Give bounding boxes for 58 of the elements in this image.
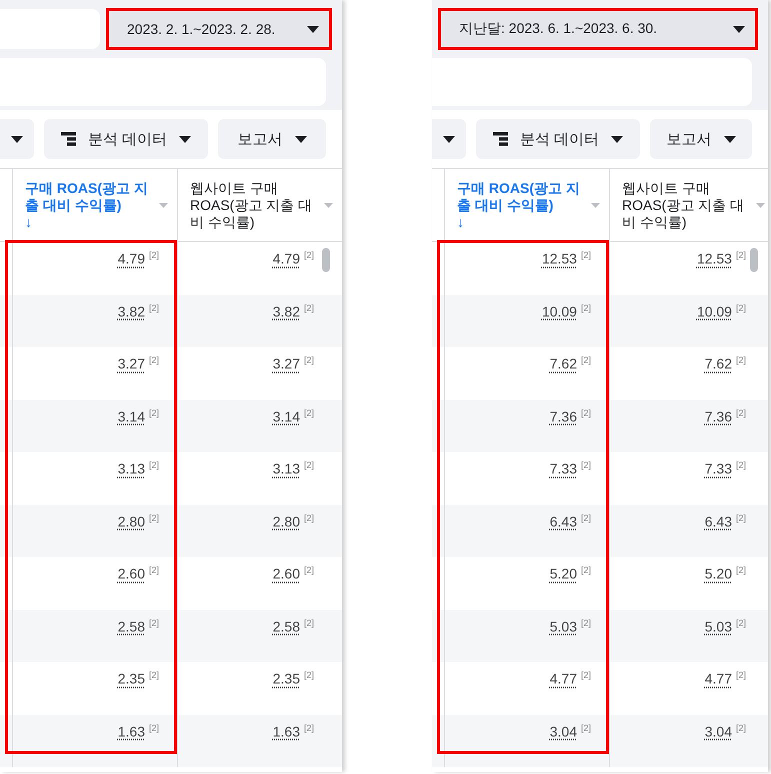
caret-icon [611, 136, 624, 142]
table-cell-text: 2.60 $^{[2]}$ [272, 564, 315, 584]
table-cell: 3.14 $^{[2]}$ [13, 400, 178, 452]
table-cell-text: 1.63 $^{[2]}$ [272, 722, 315, 742]
breakdown-icon [492, 132, 508, 146]
dropdown-button[interactable] [432, 119, 466, 159]
column-header[interactable]: 웹사이트 구매 ROAS(광고 지출 대비 수익률) [610, 169, 750, 241]
date-range-button[interactable]: 지난달: 2023. 6. 1.~2023. 6. 30. [438, 8, 758, 50]
table-cell-text: 2.80 $^{[2]}$ [272, 512, 315, 532]
caret-icon [724, 136, 736, 142]
table-cell-text: 10.09 $^{[2]}$ [696, 302, 747, 322]
table-cell: 6.43 $^{[2]}$ [445, 504, 610, 557]
caret-icon [307, 26, 319, 32]
table-cell-text: 7.36 $^{[2]}$ [704, 406, 747, 426]
table-cell: 1.63 $^{[2]}$ [13, 714, 178, 767]
dropdown-button[interactable] [0, 119, 34, 159]
caret-icon [591, 202, 600, 208]
caret-icon [733, 26, 745, 32]
table-cell-text: 7.33 $^{[2]}$ [704, 459, 747, 479]
column-header[interactable]: 구매 ROAS(광고 지출 대비 수익률) ↓ [13, 169, 178, 241]
caret-icon [443, 136, 455, 142]
caret-icon [324, 202, 333, 208]
table-cell-text: 3.14 $^{[2]}$ [272, 406, 315, 426]
caret-icon [756, 202, 765, 208]
table-cell-text: 6.43 $^{[2]}$ [704, 512, 747, 532]
scrollbar-thumb[interactable] [750, 248, 758, 272]
table-cell: 5.03 $^{[2]}$ [445, 610, 610, 662]
breakdown-button[interactable]: 분석 데이터 [476, 119, 640, 159]
reports-button[interactable]: 보고서 [650, 119, 752, 159]
breakdown-button[interactable]: 분석 데이터 [44, 119, 208, 159]
table-cell-text: 3.27 $^{[2]}$ [272, 354, 315, 374]
column-header[interactable]: 구매 ROAS(광고 지출 대비 수익률) ↓ [445, 169, 610, 241]
table-cell-text: 7.62 $^{[2]}$ [704, 354, 747, 374]
table-cell-text: 3.82 $^{[2]}$ [272, 302, 315, 322]
table-cell-text: 2.35 $^{[2]}$ [272, 669, 315, 689]
table-cell: 7.36 $^{[2]}$ [445, 400, 610, 452]
table-cell-text: 4.77 $^{[2]}$ [704, 669, 747, 689]
table-cell-text: 3.04 $^{[2]}$ [704, 722, 747, 742]
table-cell: 3.04 $^{[2]}$ [445, 714, 610, 767]
breakdown-icon [60, 132, 76, 146]
table-cell-text: 5.20 $^{[2]}$ [704, 564, 747, 584]
table-cell: 2.80 $^{[2]}$ [13, 504, 178, 557]
column-header[interactable]: 웹사이트 구매 ROAS(광고 지출 대비 수익률) [178, 169, 318, 241]
date-range-button[interactable]: 2023. 2. 1.~2023. 2. 28. [106, 8, 332, 50]
table-cell-text: 12.53 $^{[2]}$ [696, 249, 747, 269]
caret-icon [179, 136, 192, 142]
table-cell-text: 2.58 $^{[2]}$ [272, 616, 315, 636]
scrollbar-thumb[interactable] [322, 248, 330, 272]
reports-button[interactable]: 보고서 [218, 119, 326, 159]
table-cell: 2.58 $^{[2]}$ [13, 610, 178, 662]
caret-icon [294, 136, 306, 142]
table-cell-text: 5.03 $^{[2]}$ [704, 616, 747, 636]
caret-icon [159, 202, 168, 208]
table-cell-text: 4.79 $^{[2]}$ [272, 249, 315, 269]
caret-icon [11, 136, 23, 142]
table-cell-text: 3.13 $^{[2]}$ [272, 459, 315, 479]
table-cell: 3.82 $^{[2]}$ [13, 294, 178, 347]
table-cell: 10.09 $^{[2]}$ [445, 294, 610, 347]
